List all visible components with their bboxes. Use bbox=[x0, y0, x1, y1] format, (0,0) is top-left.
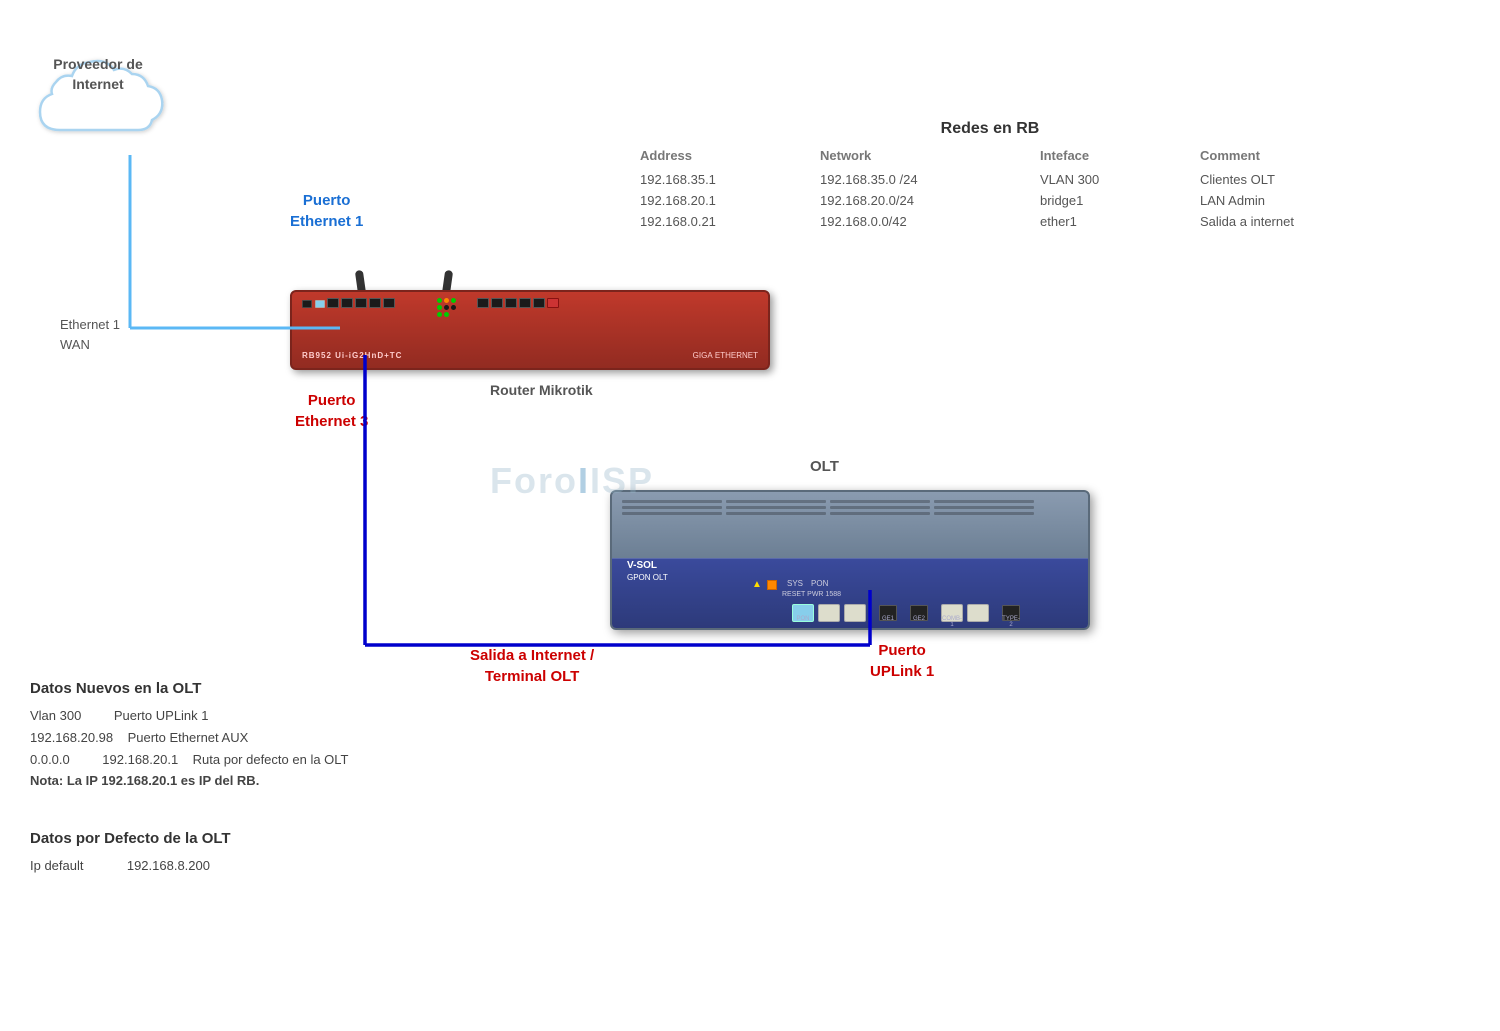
router-mikrotik: RB952 Ui-iG2HnD+TC GIGA ETHERNET bbox=[270, 270, 790, 380]
olt-front-panel: V-SOL GPON OLT ▲ SYSPON RESET PWR 1588 bbox=[612, 558, 1088, 628]
redes-header-comment: Comment bbox=[1200, 148, 1400, 167]
redes-title: Redes en RB bbox=[640, 120, 1340, 138]
redes-row3-comment: Salida a internet bbox=[1200, 213, 1400, 230]
redes-row1-network: 192.168.35.0 /24 bbox=[820, 171, 1040, 188]
datos-nota: Nota: La IP 192.168.20.1 es IP del RB. bbox=[30, 773, 570, 788]
datos-defecto-title: Datos por Defecto de la OLT bbox=[30, 830, 430, 847]
redes-row1-interface: VLAN 300 bbox=[1040, 171, 1200, 188]
redes-header-interface: Inteface bbox=[1040, 148, 1200, 167]
datos-row-2: 192.168.20.98 Puerto Ethernet AUX bbox=[30, 727, 570, 749]
router-body: RB952 Ui-iG2HnD+TC GIGA ETHERNET bbox=[290, 290, 770, 370]
cloud-label: Proveedor de Internet bbox=[38, 55, 158, 94]
redes-row1-address: 192.168.35.1 bbox=[640, 171, 820, 188]
redes-row3-address: 192.168.0.21 bbox=[640, 213, 820, 230]
redes-row2-address: 192.168.20.1 bbox=[640, 192, 820, 209]
redes-header-address: Address bbox=[640, 148, 820, 167]
datos-row-1: Vlan 300 Puerto UPLink 1 bbox=[30, 705, 570, 727]
datos-defecto-row: Ip default 192.168.8.200 bbox=[30, 855, 430, 877]
ethernet1-wan-label: Ethernet 1 WAN bbox=[60, 315, 120, 354]
router-mikrotik-label: Router Mikrotik bbox=[490, 382, 593, 398]
datos-nuevos-title: Datos Nuevos en la OLT bbox=[30, 680, 570, 697]
datos-row-3: 0.0.0.0 192.168.20.1 Ruta por defecto en… bbox=[30, 749, 570, 771]
olt-brand: V-SOL GPON OLT bbox=[627, 559, 668, 583]
redes-row3-network: 192.168.0.0/42 bbox=[820, 213, 1040, 230]
puerto-ethernet1-label: Puerto Ethernet 1 bbox=[290, 190, 363, 232]
puerto-uplink-label: Puerto UPLink 1 bbox=[870, 640, 934, 682]
redes-grid: Address Network Inteface Comment 192.168… bbox=[640, 148, 1340, 230]
redes-row2-interface: bridge1 bbox=[1040, 192, 1200, 209]
olt-body: // We'll add vent holes via inline divs … bbox=[610, 490, 1090, 630]
redes-row3-interface: ether1 bbox=[1040, 213, 1200, 230]
redes-header-network: Network bbox=[820, 148, 1040, 167]
redes-en-rb: Redes en RB Address Network Inteface Com… bbox=[640, 120, 1340, 230]
redes-row2-comment: LAN Admin bbox=[1200, 192, 1400, 209]
redes-row2-network: 192.168.20.0/24 bbox=[820, 192, 1040, 209]
olt-label: OLT bbox=[810, 458, 839, 475]
olt-device: // We'll add vent holes via inline divs … bbox=[610, 490, 1090, 660]
puerto-ethernet3-label: Puerto Ethernet 3 bbox=[295, 390, 368, 432]
redes-row1-comment: Clientes OLT bbox=[1200, 171, 1400, 188]
datos-nuevos-section: Datos Nuevos en la OLT Vlan 300 Puerto U… bbox=[30, 680, 570, 788]
datos-defecto-section: Datos por Defecto de la OLT Ip default 1… bbox=[30, 830, 430, 877]
